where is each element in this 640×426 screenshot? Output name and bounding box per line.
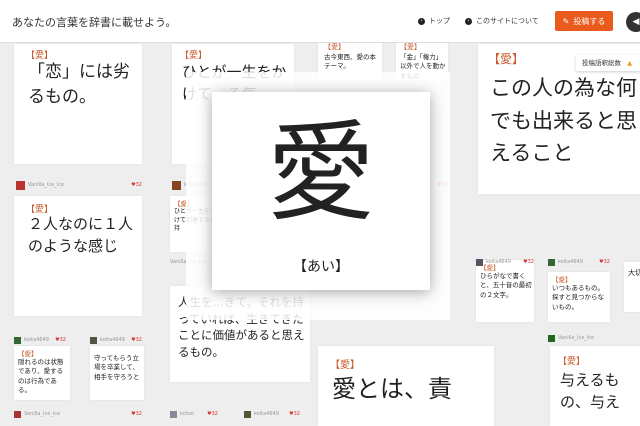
card-text: 隠れるのは状態であり、愛するのは行為である。 [18,358,64,395]
card-meta: Vanilla_Ice_Ice [548,334,608,342]
card-meta: Vanilla_Ice_Ice ♥32 [14,410,142,418]
avatar [476,258,483,266]
warning-icon: ▲ [627,59,633,67]
username: keita4649 [486,259,511,265]
username: keita4649 [24,337,49,343]
card-text: 大切だよ。 [628,269,640,277]
card-text: ひらがなで書くと、五十音の最初の２文字。 [480,272,532,299]
heart-count[interactable]: ♥32 [131,182,142,188]
card-heading: 【愛】 [330,360,360,371]
avatar [244,410,251,418]
heart-count-value: 32 [135,337,142,343]
definition-card[interactable]: 【愛】 隠れるのは状態であり、愛するのは行為である。 [14,346,70,400]
heart-count-value: 32 [211,411,218,417]
chevron-right-icon: › [465,17,472,25]
heart-count[interactable]: ♥32 [599,259,610,265]
sound-icon: ◀ [632,17,640,27]
nav-top-link[interactable]: › トップ [418,16,450,26]
heart-count-value: 32 [59,337,66,343]
nav-top-label: トップ [429,17,450,25]
username: keita4649 [100,337,125,343]
chevron-right-icon: › [418,17,425,25]
card-text: この人の為な何でも出来ると思えること [490,76,637,166]
heart-count[interactable]: ♥32 [289,411,300,417]
heart-count-value: 32 [527,259,534,265]
modal-kanji: 愛 [266,111,375,236]
card-heading: 【愛】 [552,276,572,284]
modal-reading: 【あい】 [293,259,349,275]
definition-card[interactable]: 【愛】 ２人なのに１人のような感じ [14,196,142,316]
heart-count[interactable]: ♥32 [55,337,66,343]
definition-card[interactable]: 守ってもらう立場を卒業して、相手を守ろうと [90,346,144,400]
avatar [172,180,181,190]
nav-about-link[interactable]: › このサイトについて [465,16,539,26]
definition-card[interactable]: 【愛】 ひらがなで書くと、五十音の最初の２文字。 [476,260,534,322]
site-tagline: あなたの言葉を辞書に載せよう。 [12,16,177,29]
card-meta: keita4649 ♥32 [14,336,66,344]
card-text: 「恋」には劣るもの。 [28,62,130,107]
card-heading: 【愛】 [400,43,421,51]
avatar [170,410,177,418]
card-text: 古今東西、愛の本テーマ。 [324,53,376,71]
pencil-icon: ✎ [562,16,570,26]
card-meta: keita4649 ♥32 [244,410,300,418]
nav-about-label: このサイトについて [476,17,539,25]
card-text: 愛とは、責 [332,375,452,403]
definition-card[interactable]: 大切だよ。 [624,262,640,312]
card-meta: keita4649 ♥32 [548,258,610,266]
post-button[interactable]: ✎ 投稿する [555,11,613,31]
card-heading: 【愛】 [488,52,525,66]
avatar [548,334,555,342]
username: Vanilla_Ice_Ice [558,335,595,341]
card-meta: keita4649 ♥32 [476,258,534,266]
card-meta: keita4649 ♥32 [90,336,142,344]
username: kotoo [180,411,194,417]
avatar [90,336,97,344]
definition-card[interactable]: 【愛】 与えるもの、与え [550,346,640,426]
heart-count[interactable]: ♥32 [523,259,534,265]
username: Vanilla_Ice_Ice [24,411,61,417]
card-heading: 【愛】 [558,357,586,367]
definition-card[interactable]: 【愛】 愛とは、責 [318,346,494,426]
heart-count[interactable]: ♥32 [131,337,142,343]
site-header: あなたの言葉を辞書に載せよう。 › トップ › このサイトについて ✎ 投稿する… [0,0,640,43]
total-count-label: 投稿語釈総数 [582,59,621,67]
heart-count[interactable]: ♥32 [131,411,142,417]
heart-count-value: 32 [135,411,142,417]
post-button-label: 投稿する [573,16,606,26]
sound-button[interactable]: ◀ [626,12,640,32]
card-text: 与えるもの、与え [560,371,621,411]
word-modal[interactable]: 愛 【あい】 [212,92,430,290]
username: keita4649 [254,411,279,417]
card-text: いつもあるもの。探すと見つからないもの。 [552,284,604,311]
card-meta: Vanilla_Ice_Ice ♥32 [16,180,142,190]
username: keita4649 [558,259,583,265]
avatar [14,336,21,344]
card-heading: 【愛】 [180,51,208,61]
avatar [16,180,25,190]
avatar [14,410,21,418]
heart-count-value: 32 [603,259,610,265]
username: Vanilla_Ice_Ice [28,182,65,188]
card-heading: 【愛】 [324,43,345,51]
card-heading: 【愛】 [18,350,38,358]
heart-count[interactable]: ♥32 [207,411,218,417]
heart-count-value: 32 [293,411,300,417]
heart-count-value: 32 [135,182,142,188]
card-text: ２人なのに１人のような感じ [28,215,134,255]
avatar [548,258,555,266]
card-meta: kotoo ♥32 [170,410,218,418]
total-count-tooltip: 投稿語釈総数 ▲ [576,55,640,71]
card-text: 守ってもらう立場を卒業して、相手を守ろうと [94,354,140,381]
definition-card[interactable]: 【愛】 「恋」には劣るもの。 [14,44,142,164]
definition-card[interactable]: 【愛】 いつもあるもの。探すと見つからないもの。 [548,272,610,322]
